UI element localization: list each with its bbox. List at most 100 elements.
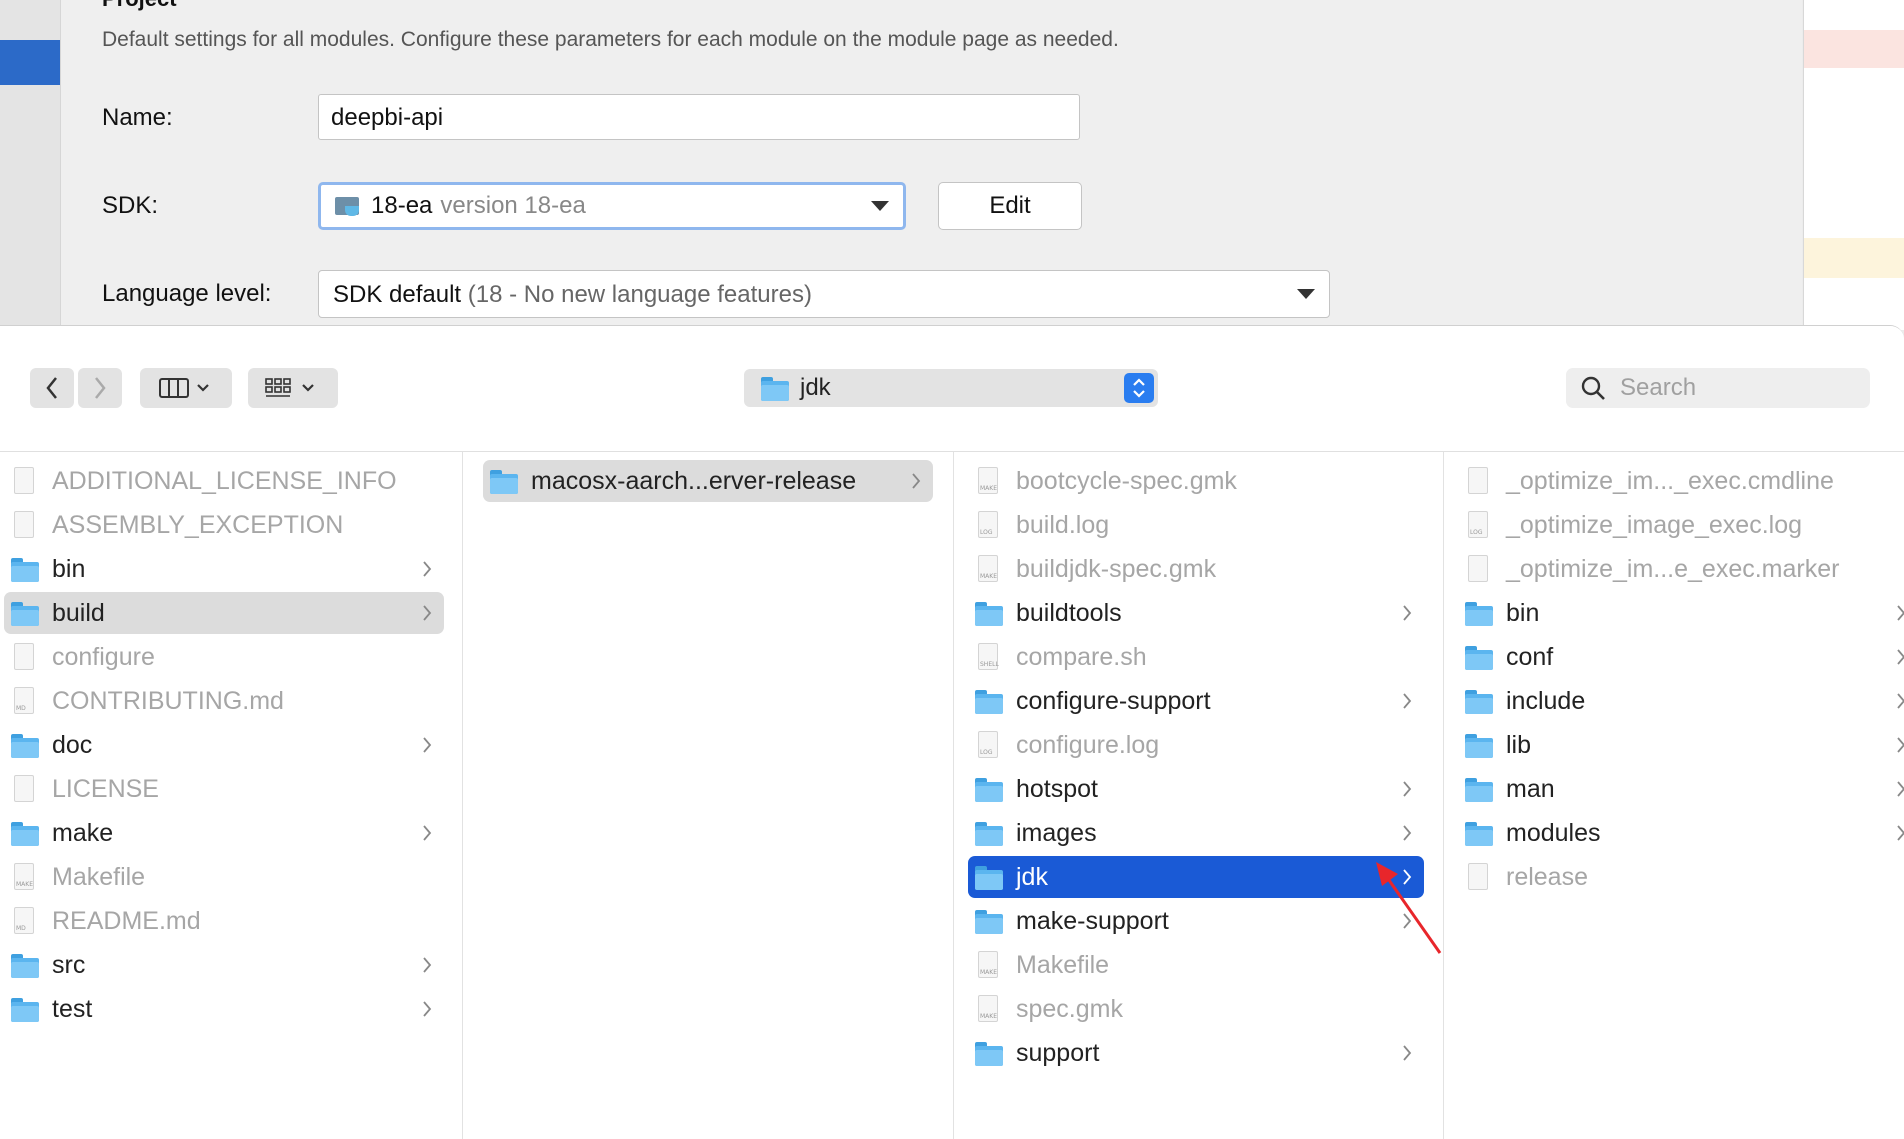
jdk-folder-icon bbox=[335, 194, 361, 218]
item-label: ADDITIONAL_LICENSE_INFO bbox=[52, 466, 397, 495]
file-item[interactable]: MAKE bootcycle-spec.gmk bbox=[968, 460, 1424, 502]
file-item[interactable]: ASSEMBLY_EXCEPTION bbox=[4, 504, 444, 546]
browser-column-2: macosx-aarch...erver-release bbox=[463, 452, 954, 1139]
file-item[interactable]: LOG configure.log bbox=[968, 724, 1424, 766]
file-item[interactable]: _optimize_im...e_exec.marker bbox=[1458, 548, 1904, 590]
chevron-right-icon bbox=[422, 824, 432, 845]
dropdown-arrow-icon bbox=[871, 201, 889, 211]
item-label: _optimize_image_exec.log bbox=[1506, 510, 1803, 539]
folder-item[interactable]: lib bbox=[1458, 724, 1904, 766]
folder-icon bbox=[10, 951, 40, 979]
forward-button[interactable] bbox=[78, 368, 122, 408]
file-icon: MAKE bbox=[974, 951, 1004, 979]
file-type-tag: MAKE bbox=[980, 969, 998, 976]
chevron-right-icon bbox=[1896, 780, 1904, 801]
folder-item[interactable]: configure-support bbox=[968, 680, 1424, 722]
language-level-dropdown[interactable]: SDK default (18 - No new language featur… bbox=[318, 270, 1330, 318]
item-label: man bbox=[1506, 774, 1555, 803]
folder-item[interactable]: src bbox=[4, 944, 444, 986]
folder-item[interactable]: support bbox=[968, 1032, 1424, 1074]
item-label: _optimize_im..._exec.cmdline bbox=[1506, 466, 1834, 495]
chevron-right-icon bbox=[1402, 868, 1412, 889]
file-icon bbox=[10, 467, 40, 495]
file-item[interactable]: MD CONTRIBUTING.md bbox=[4, 680, 444, 722]
file-item[interactable]: LOG _optimize_image_exec.log bbox=[1458, 504, 1904, 546]
folder-item[interactable]: hotspot bbox=[968, 768, 1424, 810]
file-item[interactable]: ADDITIONAL_LICENSE_INFO bbox=[4, 460, 444, 502]
sdk-edit-button[interactable]: Edit bbox=[938, 182, 1082, 230]
folder-item[interactable]: make bbox=[4, 812, 444, 854]
file-icon: LOG bbox=[974, 511, 1004, 539]
file-item[interactable]: LOG build.log bbox=[968, 504, 1424, 546]
folder-icon bbox=[974, 1039, 1004, 1067]
path-popup[interactable]: jdk bbox=[744, 369, 1158, 407]
chevron-right-icon bbox=[1402, 780, 1412, 801]
item-label: conf bbox=[1506, 642, 1554, 671]
file-item[interactable]: MAKE Makefile bbox=[4, 856, 444, 898]
finder-toolbar: jdk Search bbox=[0, 326, 1904, 452]
item-label: jdk bbox=[1016, 862, 1048, 891]
folder-item[interactable]: jdk bbox=[968, 856, 1424, 898]
file-item[interactable]: MD README.md bbox=[4, 900, 444, 942]
project-name-field[interactable]: deepbi-api bbox=[318, 94, 1080, 140]
folder-item[interactable]: doc bbox=[4, 724, 444, 766]
chevron-right-icon bbox=[95, 377, 106, 399]
file-icon bbox=[10, 511, 40, 539]
file-icon bbox=[1464, 467, 1494, 495]
file-item[interactable]: _optimize_im..._exec.cmdline bbox=[1458, 460, 1904, 502]
item-label: compare.sh bbox=[1016, 642, 1147, 671]
item-label: doc bbox=[52, 730, 93, 759]
item-label: bootcycle-spec.gmk bbox=[1016, 466, 1237, 495]
folder-icon bbox=[1464, 643, 1494, 671]
folder-item[interactable]: build bbox=[4, 592, 444, 634]
editor-highlight-red bbox=[1804, 30, 1904, 68]
file-icon: MAKE bbox=[10, 863, 40, 891]
file-item[interactable]: SHELL compare.sh bbox=[968, 636, 1424, 678]
item-label: make-support bbox=[1016, 906, 1169, 935]
item-label: macosx-aarch...erver-release bbox=[531, 466, 857, 495]
file-type-tag: MAKE bbox=[980, 573, 998, 580]
folder-item[interactable]: make-support bbox=[968, 900, 1424, 942]
file-item[interactable]: configure bbox=[4, 636, 444, 678]
folder-item[interactable]: include bbox=[1458, 680, 1904, 722]
back-button[interactable] bbox=[30, 368, 74, 408]
file-type-tag: LOG bbox=[1470, 529, 1483, 536]
folder-item[interactable]: man bbox=[1458, 768, 1904, 810]
settings-sidebar-selected-item[interactable] bbox=[0, 40, 60, 85]
chevron-left-icon bbox=[46, 377, 57, 399]
item-label: lib bbox=[1506, 730, 1532, 759]
group-button[interactable] bbox=[248, 368, 338, 408]
file-icon: SHELL bbox=[974, 643, 1004, 671]
search-field[interactable]: Search bbox=[1566, 368, 1870, 408]
folder-item[interactable]: conf bbox=[1458, 636, 1904, 678]
chevron-right-icon bbox=[1896, 604, 1904, 625]
folder-item[interactable]: modules bbox=[1458, 812, 1904, 854]
name-label: Name: bbox=[102, 104, 173, 131]
item-label: test bbox=[52, 994, 93, 1023]
file-item[interactable]: MAKE buildjdk-spec.gmk bbox=[968, 548, 1424, 590]
item-label: Makefile bbox=[1016, 950, 1110, 979]
item-label: buildjdk-spec.gmk bbox=[1016, 554, 1217, 583]
file-item[interactable]: MAKE spec.gmk bbox=[968, 988, 1424, 1030]
column-browser: ADDITIONAL_LICENSE_INFO ASSEMBLY_EXCEPTIO… bbox=[0, 452, 1904, 1139]
folder-item[interactable]: macosx-aarch...erver-release bbox=[483, 460, 933, 502]
folder-item[interactable]: test bbox=[4, 988, 444, 1030]
folder-item[interactable]: bin bbox=[4, 548, 444, 590]
item-label: support bbox=[1016, 1038, 1100, 1067]
file-item[interactable]: release bbox=[1458, 856, 1904, 898]
folder-item[interactable]: images bbox=[968, 812, 1424, 854]
file-item[interactable]: LICENSE bbox=[4, 768, 444, 810]
file-item[interactable]: MAKE Makefile bbox=[968, 944, 1424, 986]
sdk-dropdown[interactable]: 18-ea version 18-ea bbox=[318, 182, 906, 230]
file-icon: MD bbox=[10, 907, 40, 935]
view-mode-button[interactable] bbox=[140, 368, 232, 408]
folder-item[interactable]: buildtools bbox=[968, 592, 1424, 634]
chevron-right-icon bbox=[422, 736, 432, 757]
chevron-right-icon bbox=[1402, 692, 1412, 713]
search-placeholder: Search bbox=[1620, 374, 1697, 401]
folder-item[interactable]: bin bbox=[1458, 592, 1904, 634]
sdk-label: SDK: bbox=[102, 192, 159, 219]
item-label: ASSEMBLY_EXCEPTION bbox=[52, 510, 344, 539]
file-chooser-window: jdk Search ADDITIONAL_LICENSE_INFO ASSEMB… bbox=[0, 325, 1904, 1139]
item-label: buildtools bbox=[1016, 598, 1122, 627]
